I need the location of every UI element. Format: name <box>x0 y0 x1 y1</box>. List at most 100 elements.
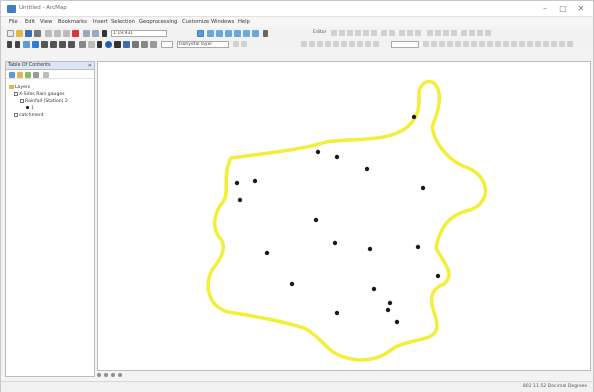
maximize-icon[interactable]: □ <box>555 4 571 14</box>
rain-gauge-point[interactable] <box>334 154 340 160</box>
list-by-visibility-icon[interactable] <box>25 71 31 78</box>
editor-label[interactable]: Editor <box>313 30 326 35</box>
create-features-icon[interactable] <box>415 30 421 36</box>
catalog-icon[interactable] <box>216 29 223 37</box>
point-icon[interactable] <box>371 30 377 36</box>
whats-this-icon[interactable] <box>263 29 268 37</box>
rain-gauge-point[interactable] <box>234 180 240 186</box>
draw-line-icon[interactable] <box>447 41 453 47</box>
align-icon[interactable] <box>495 41 501 47</box>
clear-selection-icon[interactable] <box>88 40 95 48</box>
menu-insert[interactable]: Insert <box>93 19 108 25</box>
html-popup-icon[interactable] <box>141 40 148 48</box>
rain-gauge-point[interactable] <box>289 281 295 287</box>
fixed-zoom-in-icon[interactable] <box>41 40 48 48</box>
go-back-icon[interactable] <box>59 40 66 48</box>
refresh-icon[interactable] <box>111 373 115 377</box>
rain-gauge-point[interactable] <box>394 319 400 325</box>
data-view-icon[interactable] <box>97 373 101 377</box>
go-forward-icon[interactable] <box>68 40 75 48</box>
tool-dropdown[interactable] <box>161 40 173 48</box>
list-by-selection-icon[interactable] <box>33 71 39 78</box>
select-features-icon[interactable] <box>79 40 86 48</box>
rain-gauge-point[interactable] <box>415 244 421 250</box>
rain-gauge-point[interactable] <box>387 300 393 306</box>
georef-layer-dropdown[interactable] <box>391 40 419 48</box>
layer-properties-icon[interactable] <box>373 41 379 47</box>
cut-icon[interactable] <box>45 29 52 37</box>
toc-layers-group[interactable]: Layers <box>9 84 30 91</box>
add-control-points-icon[interactable] <box>325 41 331 47</box>
attributes-icon[interactable] <box>399 30 405 36</box>
rain-gauge-point[interactable] <box>435 273 441 279</box>
rain-gauge-point[interactable] <box>264 250 270 256</box>
select-elements-icon[interactable] <box>97 40 102 48</box>
pause-drawing-icon[interactable] <box>118 373 122 377</box>
toc-options-icon[interactable] <box>43 71 49 78</box>
search-window-icon[interactable] <box>225 29 232 37</box>
map-view[interactable] <box>97 61 591 371</box>
rain-gauge-point[interactable] <box>420 185 426 191</box>
ungroup-icon[interactable] <box>519 41 525 47</box>
pan-icon[interactable] <box>23 40 30 48</box>
menu-selection[interactable]: Selection <box>111 19 135 25</box>
swipe-icon[interactable] <box>233 41 239 47</box>
hyperlink-icon[interactable] <box>132 40 139 48</box>
field-checkbox[interactable] <box>20 98 24 103</box>
georef-icon[interactable] <box>427 30 433 36</box>
advanced-edit-icon[interactable] <box>451 30 457 36</box>
line-color-icon[interactable] <box>463 41 469 47</box>
menu-customize[interactable]: Customize <box>182 19 209 25</box>
auto-registration-icon[interactable] <box>349 41 355 47</box>
add-data-icon[interactable] <box>102 29 107 37</box>
draw-rectangle-icon[interactable] <box>423 41 429 47</box>
rain-gauge-point[interactable] <box>252 178 258 184</box>
menu-windows[interactable]: Windows <box>211 19 234 25</box>
toc-layer-catchment[interactable]: catchment <box>14 112 44 119</box>
edit-annotation-icon[interactable] <box>339 30 345 36</box>
flip-icon[interactable] <box>551 41 557 47</box>
toc-close-icon[interactable]: ✕ <box>88 62 92 70</box>
layer-dropdown[interactable]: Isohyetal layer <box>177 40 229 48</box>
split-tool-icon[interactable] <box>381 30 387 36</box>
font-icon[interactable] <box>477 30 483 36</box>
text-icon[interactable] <box>469 30 475 36</box>
list-by-source-icon[interactable] <box>17 71 23 78</box>
rectify-icon[interactable] <box>365 41 371 47</box>
sketch-properties-icon[interactable] <box>407 30 413 36</box>
draw-icon[interactable] <box>461 30 467 36</box>
toolbar-options-icon[interactable] <box>567 41 573 47</box>
map-scale-dropdown[interactable]: 1:19,931 <box>111 29 167 37</box>
paste-icon[interactable] <box>63 29 70 37</box>
rain-gauge-point[interactable] <box>367 246 373 252</box>
find-icon[interactable] <box>114 40 121 48</box>
menu-edit[interactable]: Edit <box>25 19 35 25</box>
model-builder-icon[interactable] <box>252 29 259 37</box>
copy-icon[interactable] <box>54 29 61 37</box>
fixed-zoom-out-icon[interactable] <box>50 40 57 48</box>
python-window-icon[interactable] <box>243 29 250 37</box>
open-folder-icon[interactable] <box>16 29 23 37</box>
identify-icon[interactable] <box>105 40 112 48</box>
minimize-icon[interactable]: – <box>537 4 553 14</box>
fill-color-icon[interactable] <box>455 41 461 47</box>
rotate-icon[interactable] <box>543 41 549 47</box>
menu-view[interactable]: View <box>40 19 52 25</box>
menu-file[interactable]: File <box>9 19 18 25</box>
edit-tool-icon[interactable] <box>331 30 337 36</box>
rain-gauge-point[interactable] <box>385 307 391 313</box>
bold-icon[interactable] <box>485 30 491 36</box>
time-slider-icon[interactable] <box>150 40 157 48</box>
rain-gauge-point[interactable] <box>371 286 377 292</box>
layer-visibility-checkbox[interactable] <box>14 91 18 96</box>
font-color-icon[interactable] <box>479 41 485 47</box>
rain-gauge-point[interactable] <box>364 166 370 172</box>
draw-circle-icon[interactable] <box>439 41 445 47</box>
close-icon[interactable]: ✕ <box>573 4 589 14</box>
layout-view-icon[interactable] <box>104 373 108 377</box>
draw-polygon-icon[interactable] <box>431 41 437 47</box>
rotate-tool-icon[interactable] <box>389 30 395 36</box>
print-icon[interactable] <box>34 29 41 37</box>
georef-scale-icon[interactable] <box>317 41 323 47</box>
straight-segment-icon[interactable] <box>347 30 353 36</box>
